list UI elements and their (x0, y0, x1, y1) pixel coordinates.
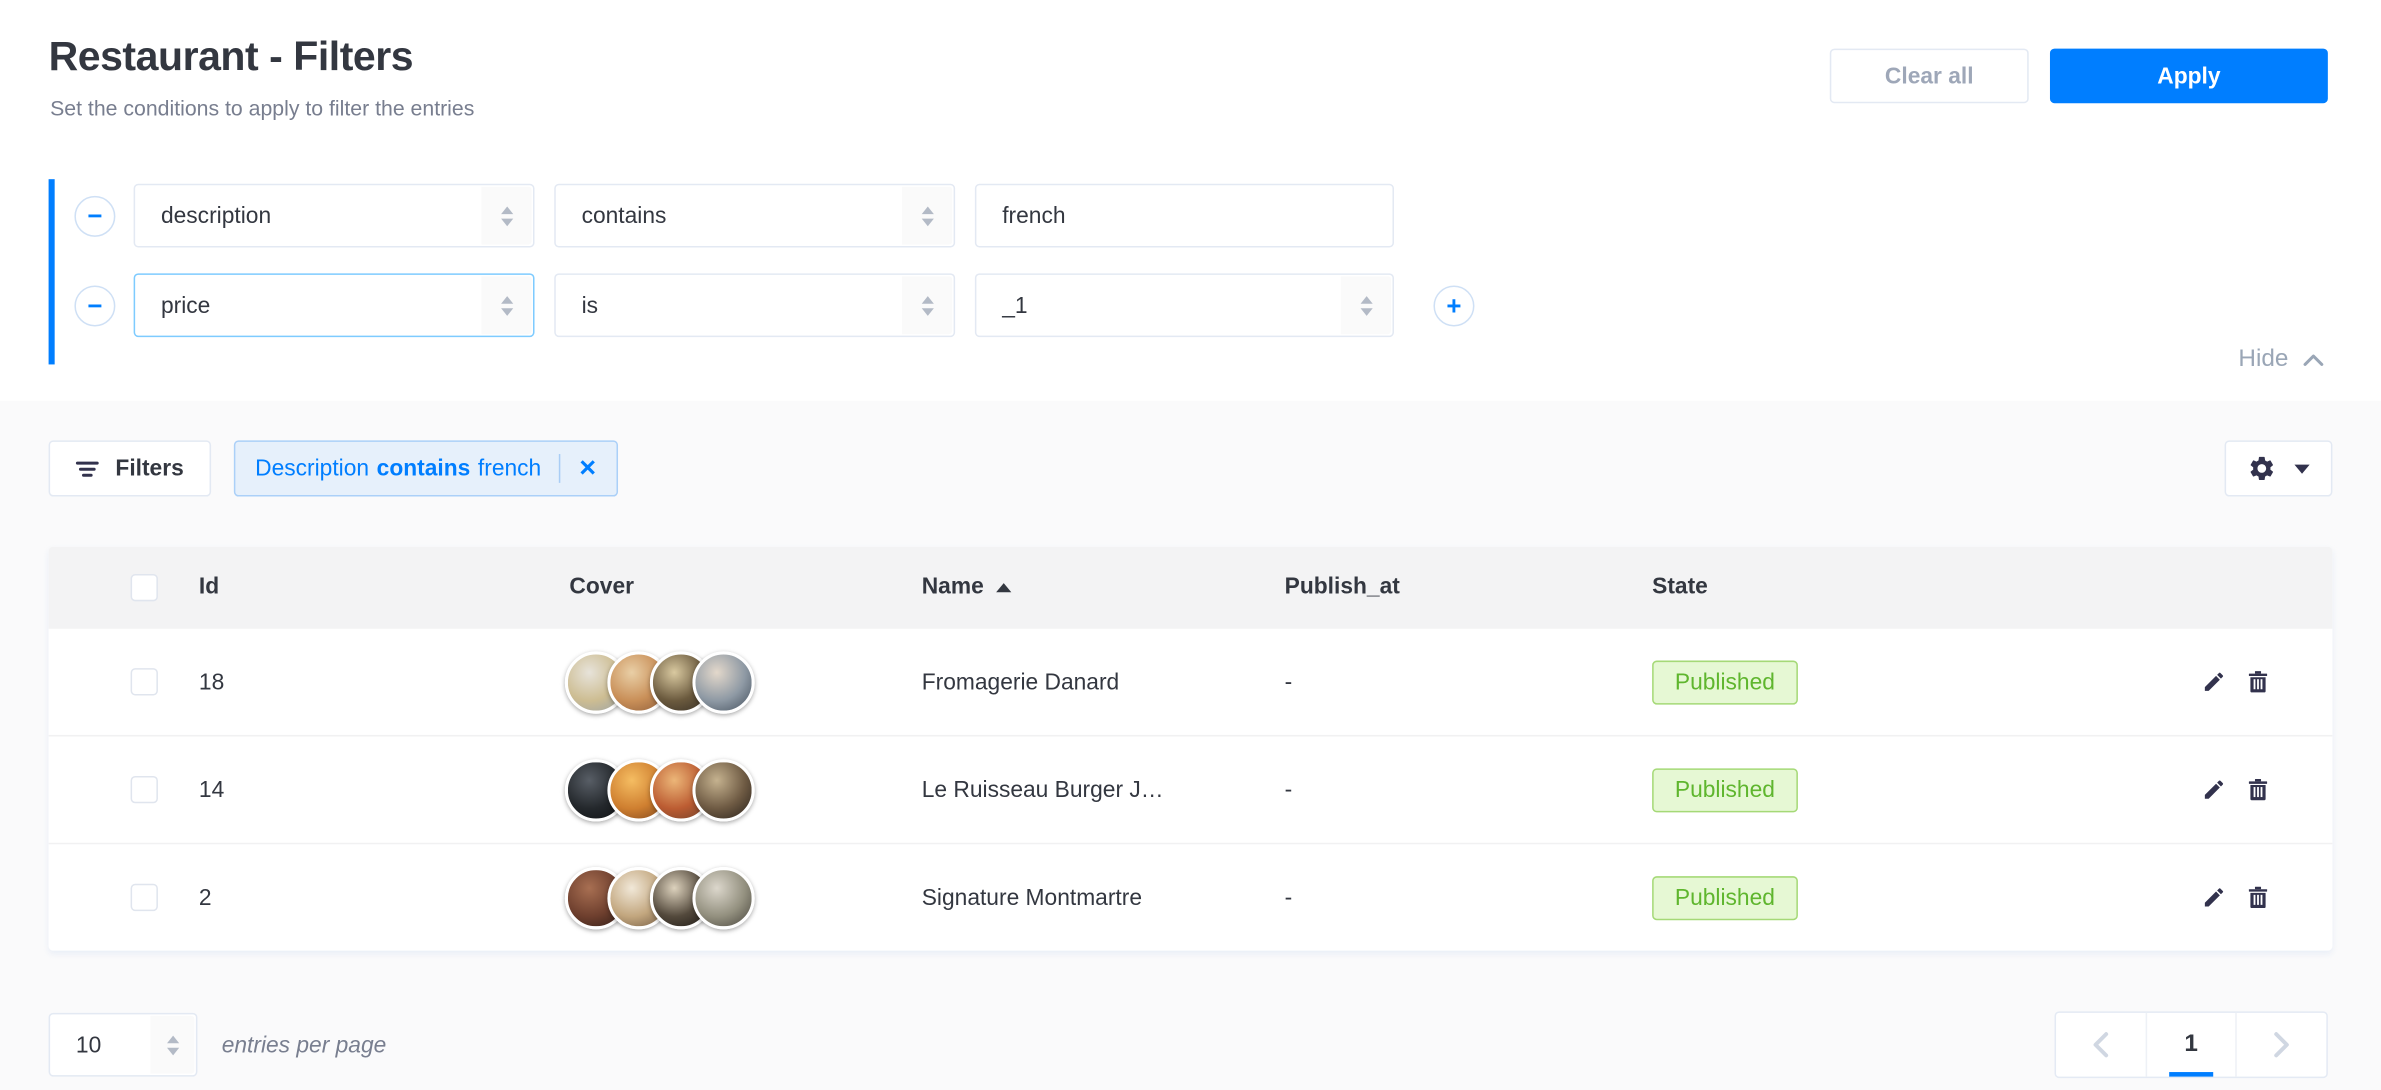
row-checkbox[interactable] (131, 884, 158, 911)
add-filter-button[interactable]: + (1433, 285, 1474, 326)
select-all-checkbox[interactable] (131, 573, 158, 600)
cover-image (692, 866, 754, 928)
remove-filter-button[interactable]: − (74, 285, 115, 326)
filter-group-bar (49, 179, 55, 364)
filter-operator-value: is (582, 292, 598, 318)
select-spinner-icon (1341, 276, 1391, 334)
table-row[interactable]: 14 Le Ruisseau Burger J… - Published (49, 735, 2333, 843)
filter-tag[interactable]: Description contains french × (234, 440, 617, 496)
table-header-row: Id Cover Name Publish_at State (49, 547, 2333, 627)
entries-table: Id Cover Name Publish_at State 18 Fromag… (49, 547, 2333, 951)
cell-publish-at: - (1285, 885, 1652, 911)
table-row[interactable]: 2 Signature Montmartre - Published (49, 843, 2333, 951)
table-row[interactable]: 18 Fromagerie Danard - Published (49, 627, 2333, 735)
prev-page-button[interactable] (2056, 1013, 2145, 1077)
filter-field-value: description (161, 203, 271, 229)
tag-divider (559, 454, 561, 483)
hide-label: Hide (2238, 346, 2288, 373)
select-spinner-icon (481, 276, 531, 334)
cell-name: Signature Montmartre (922, 885, 1285, 911)
edit-icon[interactable] (2202, 670, 2226, 694)
header-cell-select-all (49, 573, 199, 600)
chevron-right-icon (2273, 1031, 2290, 1058)
cover-image (692, 651, 754, 713)
toolbar: Filters Description contains french × (49, 440, 2333, 496)
settings-dropdown-button[interactable] (2225, 440, 2333, 496)
status-badge: Published (1652, 660, 1798, 704)
page-subtitle: Set the conditions to apply to filter th… (50, 96, 474, 120)
filters-panel: Restaurant - Filters Set the conditions … (0, 0, 2381, 401)
remove-filter-button[interactable]: − (74, 195, 115, 236)
cover-avatars (565, 866, 922, 928)
page-size-select[interactable]: 10 (49, 1013, 198, 1077)
filter-field-select[interactable]: description (134, 184, 535, 248)
header-cell-cover[interactable]: Cover (569, 574, 921, 600)
page-button-1[interactable]: 1 (2145, 1013, 2236, 1077)
header-cell-state[interactable]: State (1652, 574, 2150, 600)
cell-id: 18 (199, 669, 570, 695)
entries-per-page-label: entries per page (222, 1013, 387, 1077)
delete-icon[interactable] (2246, 777, 2270, 801)
page-title: Restaurant - Filters (49, 33, 414, 80)
filter-row: − price is _1 + (74, 273, 1492, 337)
cover-avatars (565, 651, 922, 713)
filter-builder: − description contains − price (49, 178, 1493, 363)
row-checkbox[interactable] (131, 776, 158, 803)
filter-tag-field: Description (255, 456, 369, 482)
delete-icon[interactable] (2246, 885, 2270, 909)
filter-operator-select[interactable]: is (554, 273, 955, 337)
filter-value-select[interactable]: _1 (975, 273, 1394, 337)
header-cell-publish-at[interactable]: Publish_at (1285, 574, 1652, 600)
filter-tag-value: french (478, 456, 541, 482)
filter-icon (76, 461, 99, 476)
filter-value-input[interactable] (975, 184, 1394, 248)
cover-image (692, 758, 754, 820)
status-badge: Published (1652, 875, 1798, 919)
sort-asc-icon (996, 582, 1011, 591)
page: Restaurant - Filters Set the conditions … (0, 0, 2381, 1090)
filter-tag-operator: contains (377, 456, 471, 482)
remove-tag-icon[interactable]: × (579, 454, 596, 483)
filter-operator-value: contains (582, 203, 667, 229)
filter-field-value: price (161, 292, 210, 318)
cell-id: 14 (199, 777, 570, 803)
active-page-indicator (2169, 1072, 2213, 1077)
status-badge: Published (1652, 768, 1798, 812)
next-page-button[interactable] (2236, 1013, 2327, 1077)
chevron-up-icon (2302, 352, 2325, 367)
cell-name: Fromagerie Danard (922, 669, 1285, 695)
select-spinner-icon (481, 187, 531, 245)
header-cell-id[interactable]: Id (199, 574, 570, 600)
edit-icon[interactable] (2202, 885, 2226, 909)
edit-icon[interactable] (2202, 777, 2226, 801)
filter-field-select[interactable]: price (134, 273, 535, 337)
gear-icon (2247, 454, 2276, 483)
cell-publish-at: - (1285, 669, 1652, 695)
list-view: Filters Description contains french × (0, 401, 2381, 1090)
chevron-down-icon (2294, 464, 2309, 473)
header-actions: Clear all Apply (1830, 49, 2328, 104)
clear-all-button[interactable]: Clear all (1830, 49, 2029, 104)
filter-row: − description contains (74, 184, 1492, 248)
filters-button[interactable]: Filters (49, 440, 212, 496)
cover-avatars (565, 758, 922, 820)
current-page-number: 1 (2184, 1031, 2198, 1058)
apply-button[interactable]: Apply (2050, 49, 2328, 104)
cell-name: Le Ruisseau Burger J… (922, 777, 1285, 803)
delete-icon[interactable] (2246, 670, 2270, 694)
row-checkbox[interactable] (131, 668, 158, 695)
filter-value: _1 (1002, 292, 1027, 318)
hide-filters-link[interactable]: Hide (2238, 346, 2324, 373)
cell-id: 2 (199, 885, 570, 911)
cell-publish-at: - (1285, 777, 1652, 803)
filter-operator-select[interactable]: contains (554, 184, 955, 248)
select-spinner-icon (150, 1016, 194, 1074)
pagination: 1 (2055, 1011, 2328, 1078)
select-spinner-icon (902, 187, 952, 245)
page-size-value: 10 (76, 1032, 101, 1058)
select-spinner-icon (902, 276, 952, 334)
header-cell-name[interactable]: Name (922, 574, 1285, 600)
chevron-left-icon (2092, 1031, 2109, 1058)
filters-button-label: Filters (115, 456, 183, 482)
